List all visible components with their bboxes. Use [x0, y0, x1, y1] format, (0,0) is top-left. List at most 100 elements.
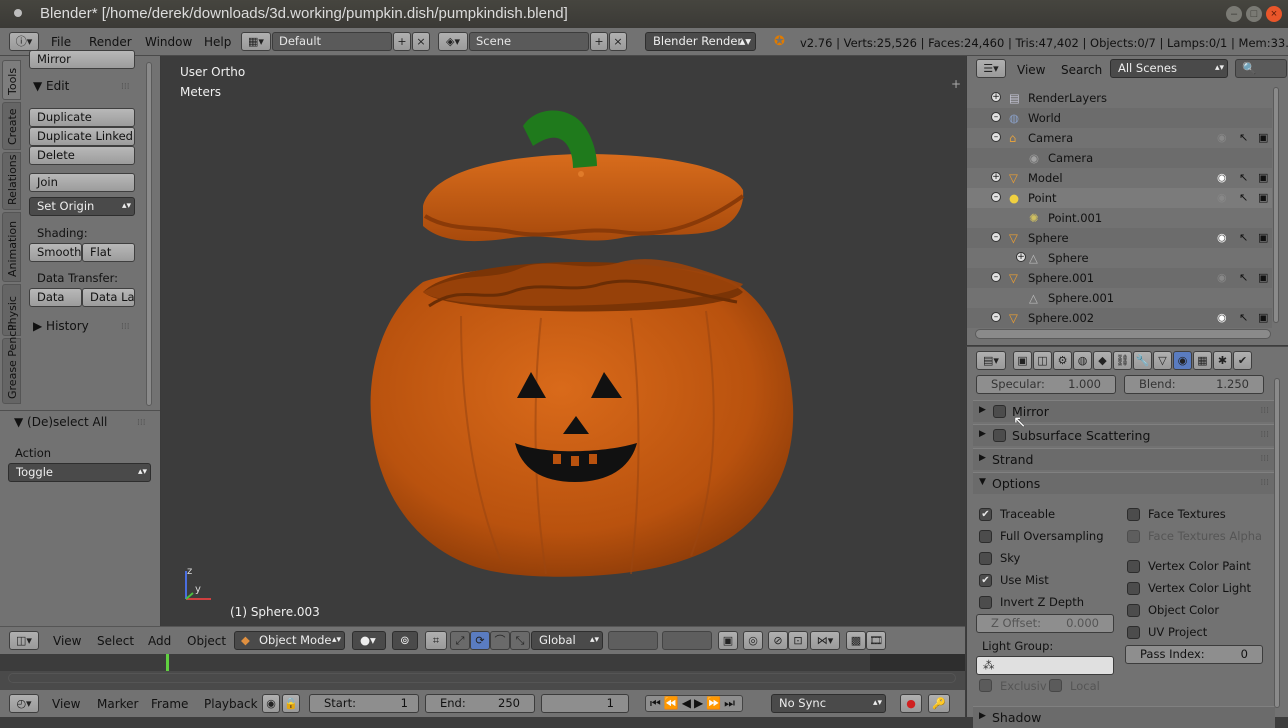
proportional-edit-icon[interactable]: ◎: [743, 631, 763, 650]
translate-icon[interactable]: ⤢: [450, 631, 470, 650]
option-checkbox[interactable]: [1127, 626, 1140, 639]
option-checkbox[interactable]: [1127, 604, 1140, 617]
z-offset-field[interactable]: Z Offset: 0.000: [976, 614, 1114, 633]
option-checkbox[interactable]: [1127, 508, 1140, 521]
snap-element-select[interactable]: ⋈▾: [810, 631, 840, 650]
particles-tab-icon[interactable]: ✱: [1213, 351, 1232, 370]
scene-tab-icon[interactable]: ⚙: [1053, 351, 1072, 370]
option-checkbox[interactable]: [979, 552, 992, 565]
menu-marker[interactable]: Marker: [97, 697, 138, 711]
visibility-eye-icon[interactable]: ◉: [1217, 191, 1227, 204]
timeline[interactable]: -40-200204060801001201401601802002202402…: [0, 654, 965, 690]
menu-select[interactable]: Select: [97, 634, 134, 648]
drag-handle-icon[interactable]: ⁞⁞⁞: [1260, 454, 1269, 464]
pivot-select[interactable]: ⊚: [392, 631, 418, 650]
selectable-cursor-icon[interactable]: ↖: [1239, 191, 1248, 204]
data-layers-button[interactable]: Data La: [82, 288, 135, 307]
option-checkbox[interactable]: [979, 530, 992, 543]
autokey-icon[interactable]: ◉: [262, 694, 280, 713]
tab-relations[interactable]: Relations: [2, 152, 21, 210]
delete-button[interactable]: Delete: [29, 146, 135, 165]
menu-timeline-view[interactable]: View: [52, 697, 80, 711]
orientation-select[interactable]: Global ▴▾: [531, 631, 603, 650]
menu-add[interactable]: Add: [148, 634, 171, 648]
outliner-row[interactable]: – ▽ Sphere ◉ ↖ ▣: [967, 228, 1272, 248]
outliner-editor-type-icon[interactable]: ☰▾: [976, 59, 1006, 78]
option-checkbox[interactable]: ✔: [979, 574, 992, 587]
screen-layout-icon[interactable]: ▦▾: [241, 32, 271, 51]
add-layout-icon[interactable]: +: [393, 32, 411, 51]
outliner-item-name[interactable]: Sphere: [1028, 231, 1069, 245]
display-mode-select[interactable]: All Scenes ▴▾: [1110, 59, 1228, 78]
shadow-panel-header[interactable]: ▶ Shadow: [973, 706, 1275, 728]
outliner-item-name[interactable]: Point: [1028, 191, 1057, 205]
outliner-item-name[interactable]: Camera: [1048, 151, 1093, 165]
visibility-eye-icon[interactable]: ◉: [1217, 171, 1227, 184]
material-tab-icon[interactable]: ◉: [1173, 351, 1192, 370]
menu-object[interactable]: Object: [187, 634, 226, 648]
info-editor-type-icon[interactable]: ⓘ▾: [9, 32, 39, 51]
maximize-icon[interactable]: □: [1246, 6, 1262, 22]
scale-icon[interactable]: ⤡: [510, 631, 530, 650]
close-icon[interactable]: ×: [1266, 6, 1282, 22]
edit-panel-header[interactable]: ▼ Edit: [33, 79, 69, 93]
minimize-icon[interactable]: –: [1226, 6, 1242, 22]
render-engine-select[interactable]: Blender Render ▴▾: [645, 32, 756, 51]
render-animation-icon[interactable]: 🎞: [866, 631, 886, 650]
outliner-row[interactable]: – ◍ World: [967, 108, 1272, 128]
menu-playback[interactable]: Playback: [204, 697, 258, 711]
shading-select[interactable]: ●▾: [352, 631, 386, 650]
renderable-camera-icon[interactable]: ▣: [1258, 231, 1268, 244]
outliner-scrollbar[interactable]: [1273, 87, 1279, 323]
history-panel-header[interactable]: ▶ History: [33, 319, 89, 333]
render-tab-icon[interactable]: ▣: [1013, 351, 1032, 370]
world-tab-icon[interactable]: ◍: [1073, 351, 1092, 370]
menu-outliner-view[interactable]: View: [1017, 63, 1045, 77]
properties-scrollbar[interactable]: [1274, 378, 1280, 708]
pass-index-field[interactable]: Pass Index: 0: [1125, 645, 1263, 664]
lock-layers-icon[interactable]: ▣: [718, 631, 738, 650]
arc-icon[interactable]: ⌒: [490, 631, 510, 650]
mirror-button[interactable]: Mirror: [29, 50, 135, 69]
selectable-cursor-icon[interactable]: ↖: [1239, 131, 1248, 144]
physics-tab-icon[interactable]: ✔: [1233, 351, 1252, 370]
outliner-item-name[interactable]: Sphere.002: [1028, 311, 1094, 325]
record-icon[interactable]: ●: [900, 694, 922, 713]
option-checkbox[interactable]: ✔: [979, 508, 992, 521]
option-checkbox[interactable]: [979, 596, 992, 609]
outliner-item-name[interactable]: Model: [1028, 171, 1063, 185]
drag-handle-icon[interactable]: ⁞⁞⁞: [121, 322, 130, 332]
outliner-row[interactable]: + ▽ Model ◉ ↖ ▣: [967, 168, 1272, 188]
selectable-cursor-icon[interactable]: ↖: [1239, 231, 1248, 244]
outliner-search-input[interactable]: 🔍: [1235, 59, 1287, 78]
keying-icon[interactable]: 🔑: [928, 694, 950, 713]
outliner-item-name[interactable]: World: [1028, 111, 1061, 125]
options-panel-header[interactable]: ▼ Options ⁞⁞⁞: [973, 472, 1275, 494]
expand-icon[interactable]: +: [1016, 252, 1026, 262]
expand-icon[interactable]: +: [991, 92, 1001, 102]
scene-icon[interactable]: ◈▾: [438, 32, 468, 51]
smooth-button[interactable]: Smooth: [29, 243, 82, 262]
mirror-toggle[interactable]: [993, 405, 1006, 418]
end-frame-field[interactable]: End: 250: [425, 694, 535, 713]
add-scene-icon[interactable]: +: [590, 32, 608, 51]
tab-tools[interactable]: Tools: [2, 60, 21, 100]
drag-handle-icon[interactable]: ⁞⁞⁞: [1260, 430, 1269, 440]
render-icon[interactable]: ▩: [846, 631, 866, 650]
visibility-eye-icon[interactable]: ◉: [1217, 271, 1227, 284]
manipulator-icon[interactable]: ⌗: [425, 631, 447, 650]
drag-handle-icon[interactable]: ⁞⁞⁞: [1260, 478, 1269, 488]
visibility-eye-icon[interactable]: ◉: [1217, 311, 1227, 324]
snap-icon[interactable]: ⊘: [768, 631, 788, 650]
outliner-item-name[interactable]: Camera: [1028, 131, 1073, 145]
outliner-row[interactable]: – ⌂ Camera ◉ ↖ ▣: [967, 128, 1272, 148]
selectable-cursor-icon[interactable]: ↖: [1239, 311, 1248, 324]
option-checkbox[interactable]: [1127, 582, 1140, 595]
editor-type-icon[interactable]: ◫▾: [9, 631, 39, 650]
3d-viewport[interactable]: User Ortho Meters + z y (1) Sphere.003: [161, 56, 965, 626]
tool-shelf-scrollbar[interactable]: [146, 62, 152, 406]
playback-controls[interactable]: ⏮⏪◀▶⏩⏭: [645, 695, 743, 712]
menu-search[interactable]: Search: [1061, 63, 1102, 77]
window-menu-icon[interactable]: [14, 9, 22, 17]
collapse-icon[interactable]: –: [991, 132, 1001, 142]
